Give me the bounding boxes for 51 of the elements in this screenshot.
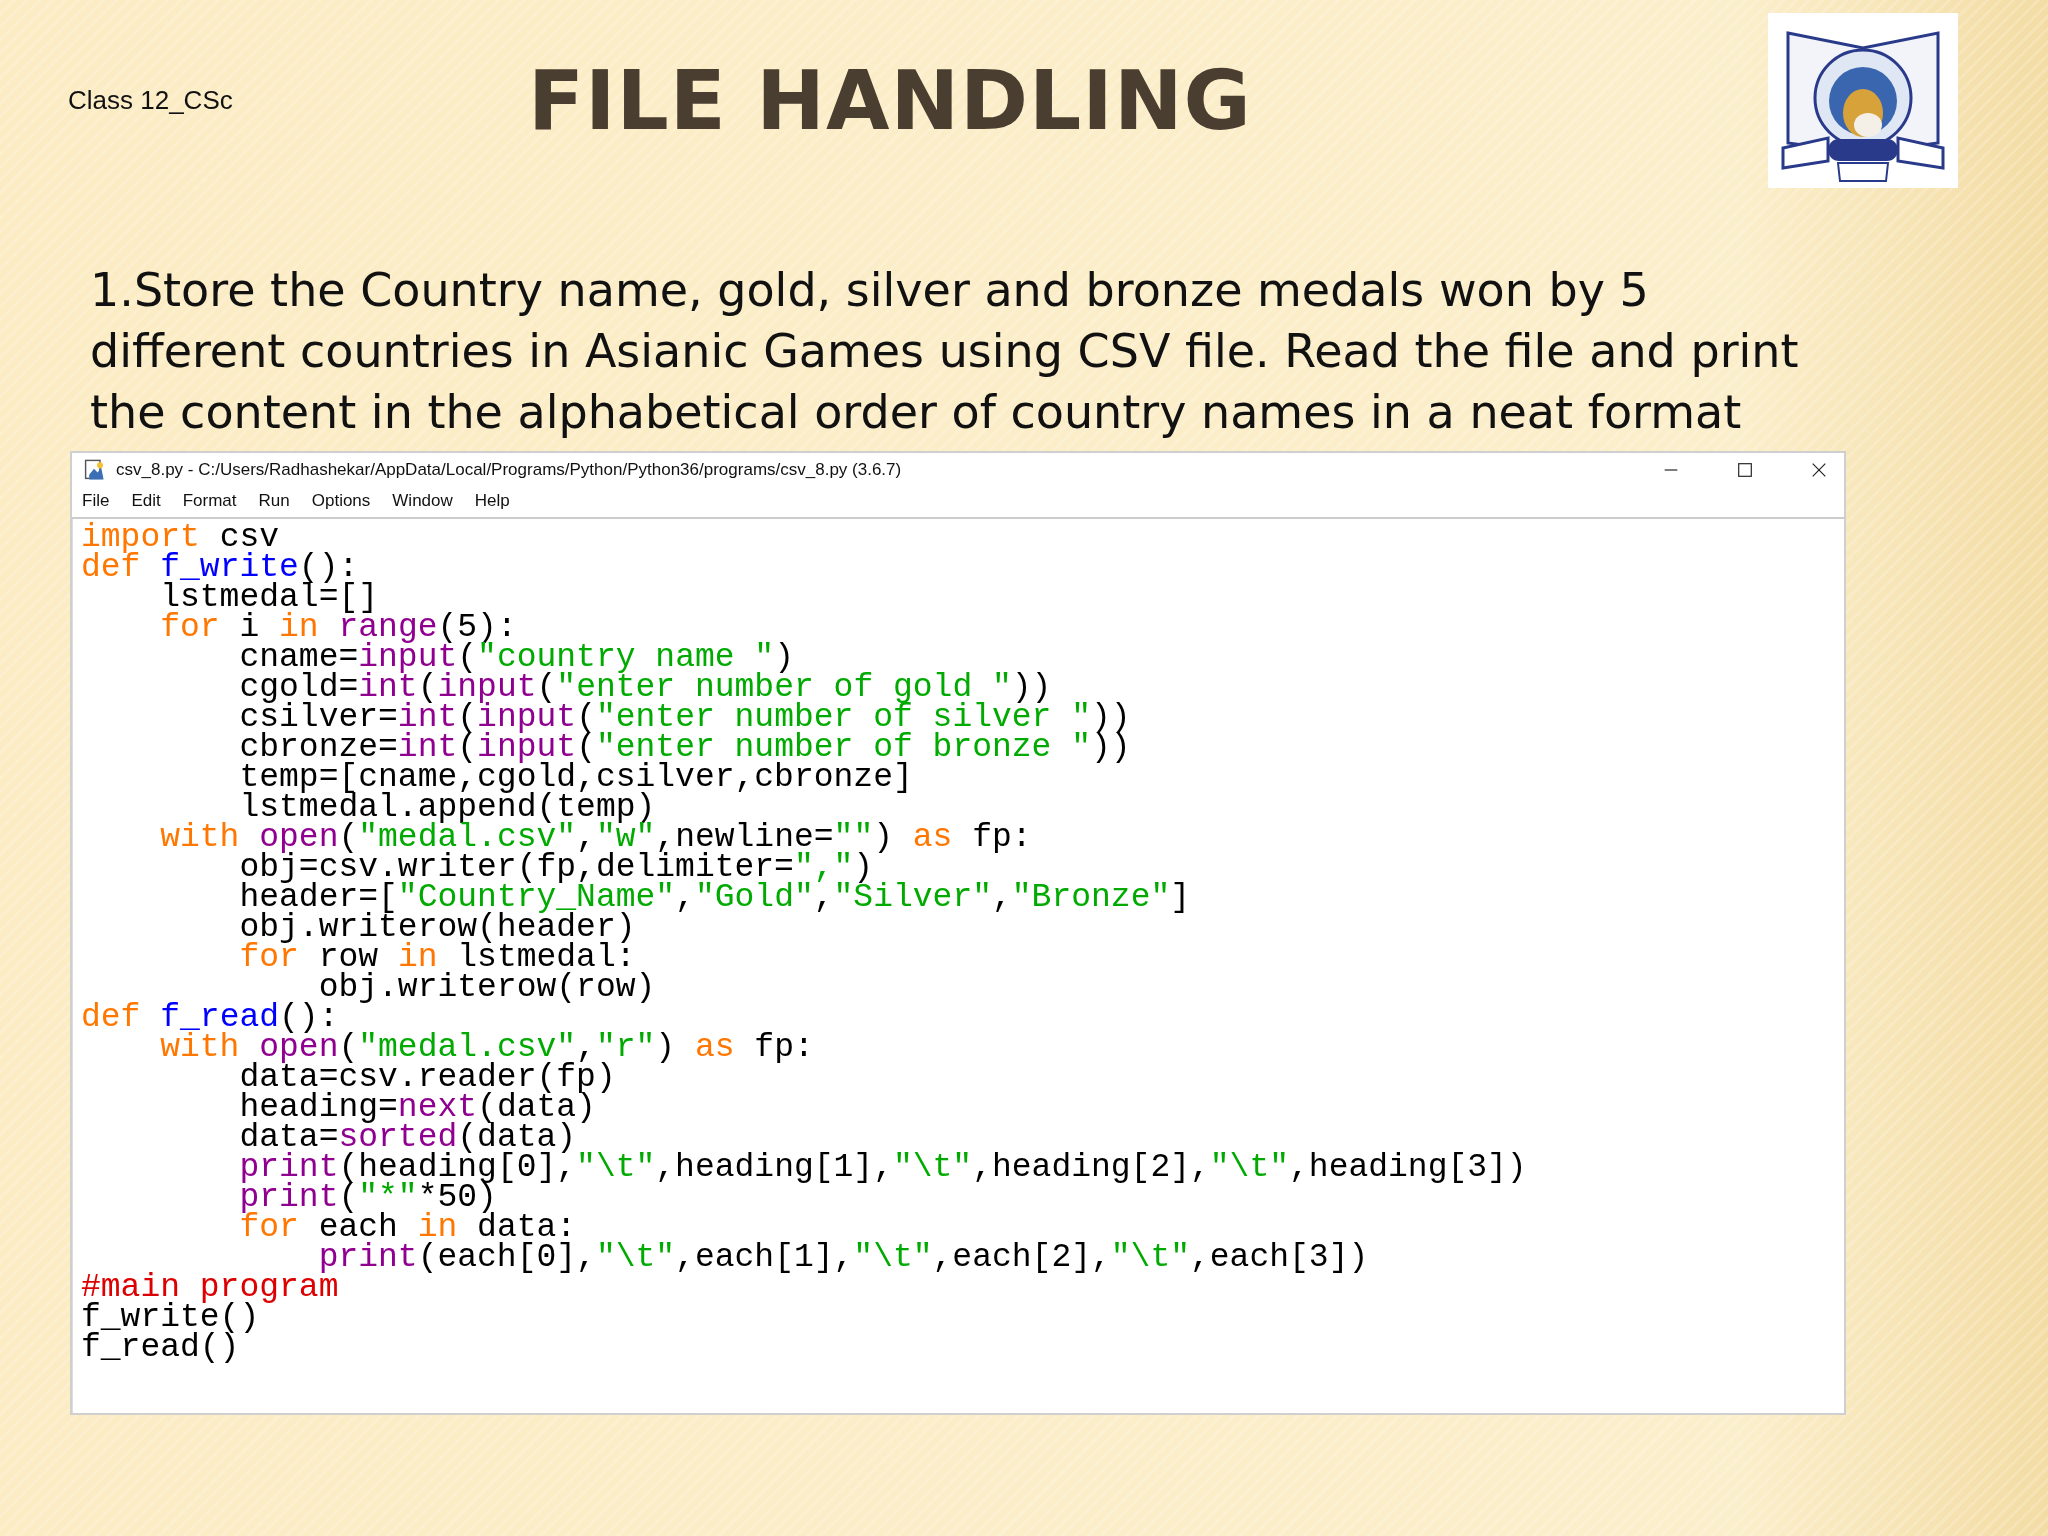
- code-text: ): [774, 639, 794, 676]
- string-text: "\t": [892, 1149, 973, 1186]
- file-icon: [82, 458, 106, 482]
- code-text: ,heading[3]): [1289, 1149, 1527, 1186]
- code-text: ,each[3]): [1190, 1239, 1369, 1276]
- string-text: "Bronze": [1011, 879, 1171, 916]
- string-text: "\t": [853, 1239, 933, 1276]
- maximize-icon[interactable]: [1736, 461, 1754, 479]
- code-text: ): [873, 819, 894, 856]
- menu-item[interactable]: Help: [474, 491, 510, 511]
- keyword-text: with: [159, 819, 241, 856]
- code-text: ): [655, 1029, 677, 1066]
- code-text: ,: [576, 1029, 596, 1066]
- keyword-text: def: [81, 999, 142, 1036]
- menu-item[interactable]: File: [82, 491, 110, 511]
- menu-item[interactable]: Options: [311, 491, 371, 511]
- code-text: ,heading[2],: [972, 1149, 1210, 1186]
- string-text: "\t": [1209, 1149, 1290, 1186]
- code-text: ,heading[1],: [655, 1149, 893, 1186]
- code-text: (: [536, 669, 557, 706]
- string-text: "\t": [1110, 1239, 1190, 1276]
- keyword-text: as: [912, 819, 953, 856]
- string-text: "\t": [576, 1149, 656, 1186]
- menu-item[interactable]: Run: [258, 491, 290, 511]
- code-text: ,: [675, 879, 695, 916]
- code-text: ,: [576, 819, 596, 856]
- keyword-text: as: [694, 1029, 735, 1066]
- string-text: "\t": [595, 1239, 676, 1276]
- keyword-text: with: [159, 1029, 240, 1066]
- keyword-text: for: [159, 609, 220, 646]
- close-icon[interactable]: [1810, 461, 1828, 479]
- keyword-text: in: [279, 609, 319, 646]
- slide-title: FILE HANDLING: [528, 52, 1253, 148]
- window-title: csv_8.py - C:/Users/Radhashekar/AppData/Local/Programs/Python/Python36/programs/csv_8.py (3.6.7): [116, 460, 903, 480]
- class-label: Class 12_CSc: [68, 84, 234, 116]
- code-text: i: [239, 609, 260, 646]
- code-text: ,each[1],: [675, 1239, 854, 1276]
- code-text: )): [1011, 669, 1052, 706]
- code-text: ,: [992, 879, 1012, 916]
- builtin-text: int: [397, 729, 458, 766]
- code-text: ]: [1170, 879, 1191, 916]
- code-text: (: [338, 1029, 359, 1066]
- code-text: fp:: [971, 819, 1032, 856]
- code-text: ,each[2],: [932, 1239, 1111, 1276]
- question-text: 1.Store the Country name, gold, silver and bronze medals won by 5 different countries in Asianic Games using CSV file. Read the file and print the content in the alphabetical order of country names in a neat format: [90, 262, 1800, 441]
- menu-item[interactable]: Format: [182, 491, 237, 511]
- menu-item[interactable]: Window: [392, 491, 453, 511]
- menu-item[interactable]: Edit: [131, 491, 161, 511]
- code-text: fp:: [753, 1029, 814, 1066]
- code-text: (each[0],: [417, 1239, 596, 1276]
- code-text: (: [338, 819, 359, 856]
